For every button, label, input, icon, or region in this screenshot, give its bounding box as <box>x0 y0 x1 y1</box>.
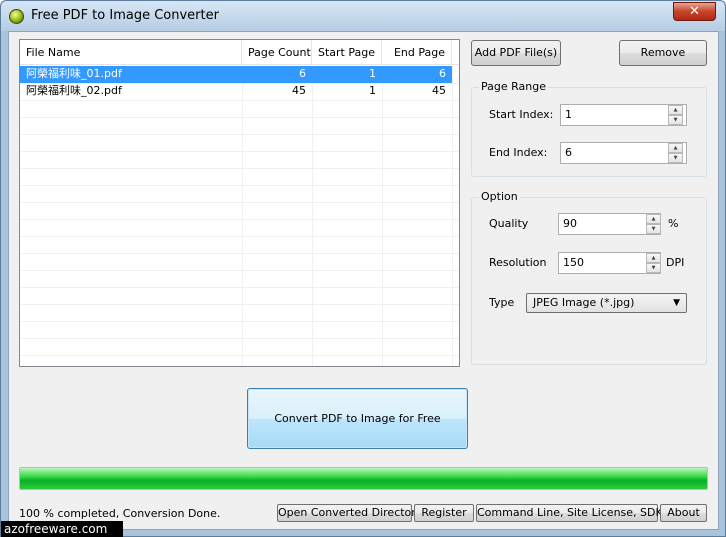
title-bar[interactable]: Free PDF to Image Converter ✕ <box>1 1 725 31</box>
table-row[interactable]: 阿榮福利味_01.pdf 6 1 6 <box>20 66 459 83</box>
spin-down-icon[interactable]: ▼ <box>646 263 661 273</box>
file-name-cell: 阿榮福利味_01.pdf <box>20 66 242 83</box>
list-header: File Name Page Count Start Page End Page <box>20 40 459 65</box>
register-button[interactable]: Register <box>414 504 474 522</box>
end-index-label: End Index: <box>489 146 548 159</box>
about-button[interactable]: About <box>660 504 707 522</box>
spin-down-icon[interactable]: ▼ <box>646 224 661 234</box>
convert-button[interactable]: Convert PDF to Image for Free <box>247 388 468 449</box>
spin-up-icon[interactable]: ▲ <box>668 105 683 115</box>
page-range-group: Page Range Start Index: 1 ▲ ▼ End Index:… <box>471 80 707 177</box>
spin-down-icon[interactable]: ▼ <box>668 153 683 163</box>
column-header-start-page[interactable]: Start Page <box>312 40 382 65</box>
resolution-label: Resolution <box>489 256 547 269</box>
chevron-down-icon: ▼ <box>673 298 680 308</box>
client-area: File Name Page Count Start Page End Page… <box>8 31 719 530</box>
open-converted-directory-button[interactable]: Open Converted Directory <box>277 504 422 522</box>
app-logo-icon <box>9 9 24 24</box>
table-row[interactable]: 阿榮福利味_02.pdf 45 1 45 <box>20 83 459 100</box>
option-label: Option <box>479 190 520 203</box>
quality-spinner[interactable]: ▲ ▼ <box>646 214 661 234</box>
file-list[interactable]: File Name Page Count Start Page End Page… <box>19 39 460 367</box>
app-window: Free PDF to Image Converter ✕ File Name … <box>0 0 726 537</box>
command-line-license-button[interactable]: Command Line, Site License, SDK <box>476 504 663 522</box>
page-count-cell: 45 <box>292 84 306 97</box>
spin-up-icon[interactable]: ▲ <box>646 214 661 224</box>
resolution-unit: DPI <box>666 256 685 269</box>
file-name-cell: 阿榮福利味_02.pdf <box>26 84 122 97</box>
quality-unit: % <box>668 217 679 230</box>
list-body: 阿榮福利味_01.pdf 6 1 6 阿榮福利味_02.pdf 45 1 45 <box>20 66 459 366</box>
end-index-spinner[interactable]: ▲ ▼ <box>668 143 683 163</box>
quality-label: Quality <box>489 217 529 230</box>
spin-up-icon[interactable]: ▲ <box>646 253 661 263</box>
close-button[interactable]: ✕ <box>673 2 716 21</box>
remove-button[interactable]: Remove <box>619 40 707 66</box>
type-select[interactable]: JPEG Image (*.jpg) ▼ <box>526 293 687 313</box>
end-page-cell: 45 <box>432 84 446 97</box>
progress-bar <box>19 467 708 490</box>
page-range-label: Page Range <box>479 80 548 93</box>
start-page-cell: 1 <box>312 66 382 83</box>
option-group: Option Quality 90 ▲ ▼ % Resolution 150 ▲… <box>471 190 707 365</box>
window-title: Free PDF to Image Converter <box>31 8 219 23</box>
page-count-cell: 6 <box>242 66 312 83</box>
end-page-cell: 6 <box>382 66 452 83</box>
column-header-end-page[interactable]: End Page <box>382 40 452 65</box>
column-header-page-count[interactable]: Page Count <box>242 40 312 65</box>
start-index-label: Start Index: <box>489 108 554 121</box>
type-select-value: JPEG Image (*.jpg) <box>533 296 635 309</box>
resolution-spinner[interactable]: ▲ ▼ <box>646 253 661 273</box>
spin-down-icon[interactable]: ▼ <box>668 115 683 125</box>
column-header-file-name[interactable]: File Name <box>20 40 242 65</box>
start-index-spinner[interactable]: ▲ ▼ <box>668 105 683 125</box>
add-pdf-files-button[interactable]: Add PDF File(s) <box>471 40 561 66</box>
progress-fill <box>20 468 707 489</box>
type-label: Type <box>489 296 515 309</box>
watermark: azofreeware.com <box>1 521 123 537</box>
status-text: 100 % completed, Conversion Done. <box>19 507 221 520</box>
start-page-cell: 1 <box>369 84 376 97</box>
spin-up-icon[interactable]: ▲ <box>668 143 683 153</box>
